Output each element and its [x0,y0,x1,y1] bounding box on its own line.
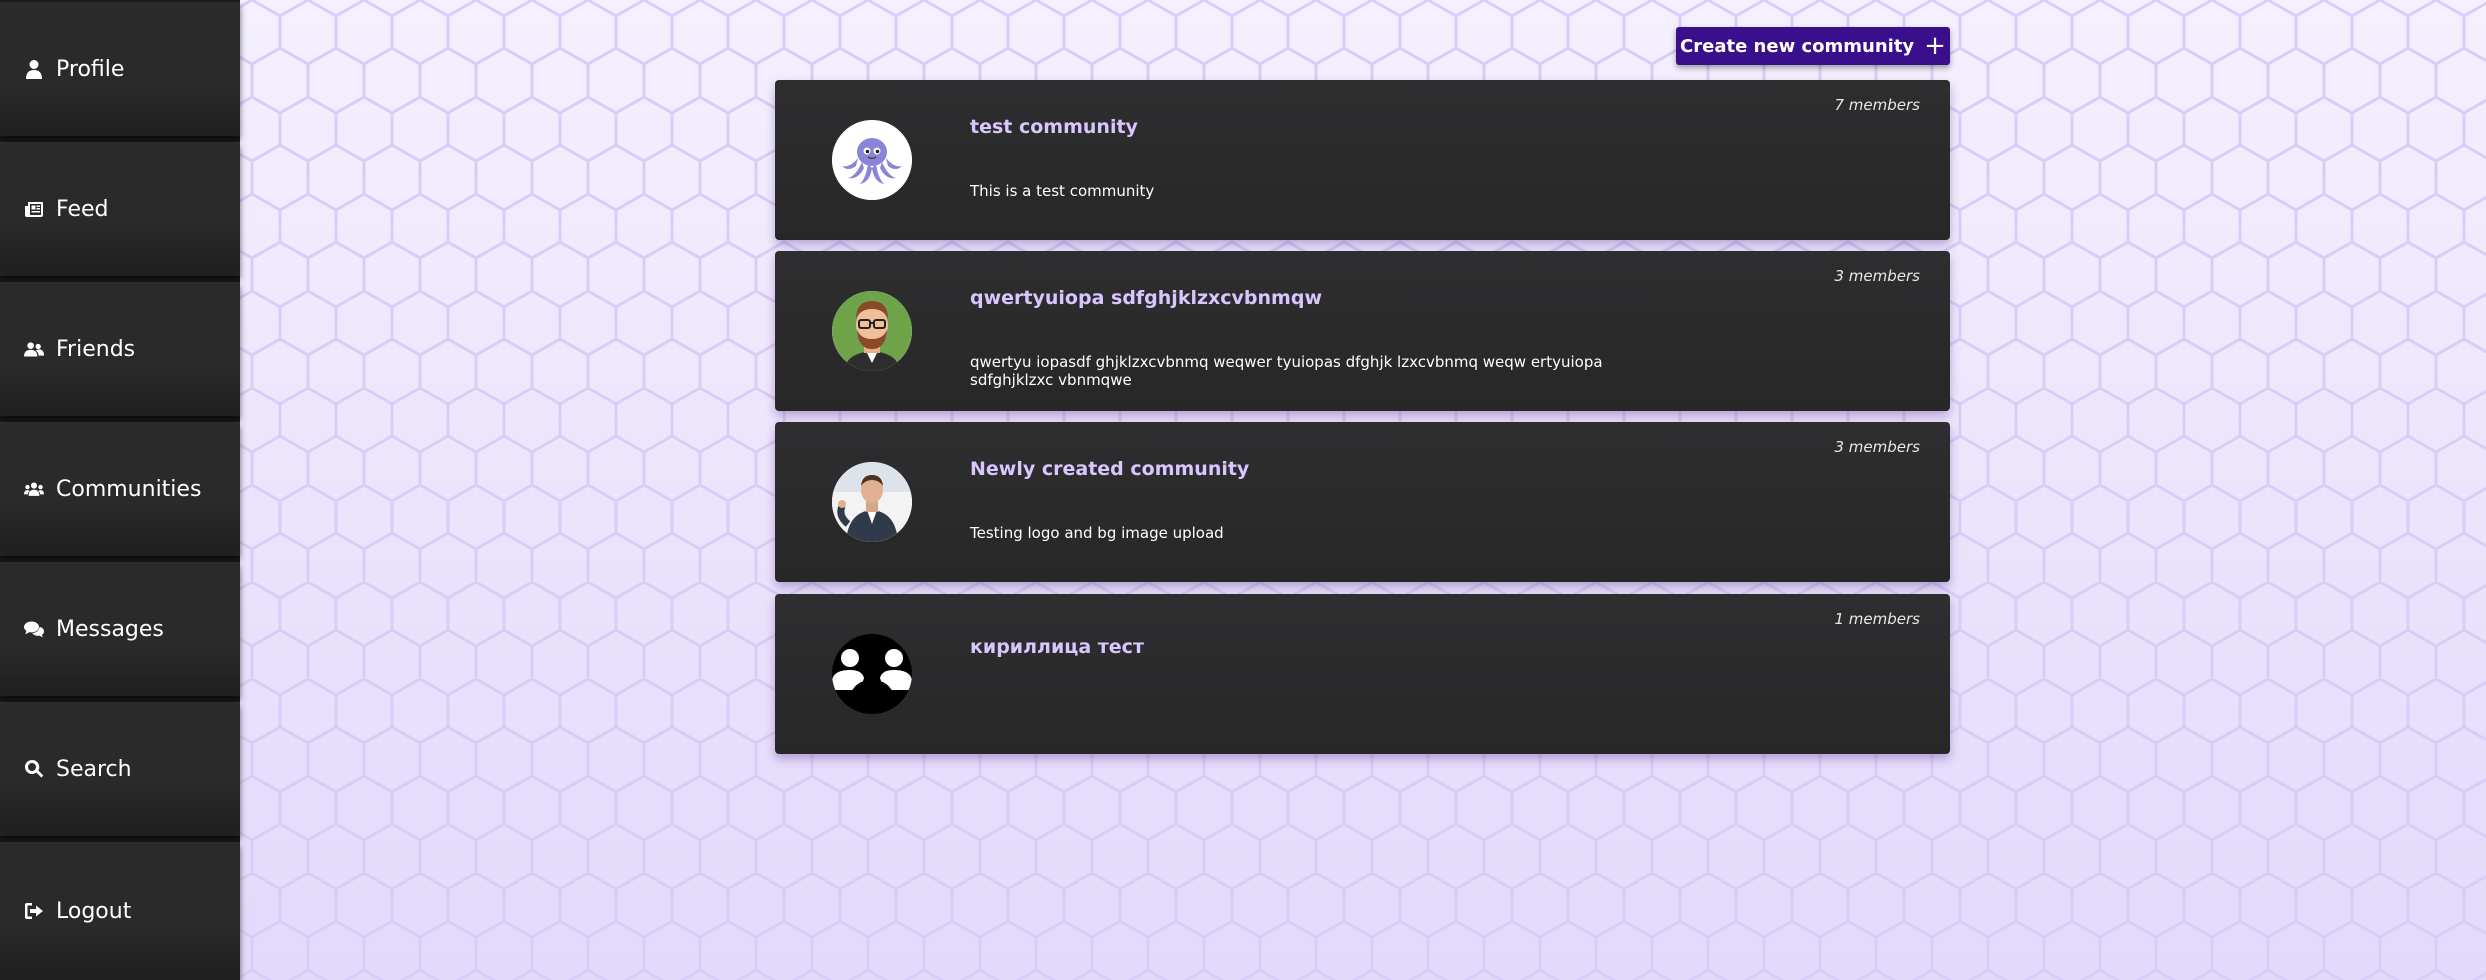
community-card[interactable]: 1 members кириллица тест [775,594,1950,754]
community-name[interactable]: Newly created community [970,458,1249,480]
sidebar-item-friends[interactable]: Friends [0,282,240,416]
sidebar-item-label: Communities [56,476,202,502]
sidebar-item-label: Messages [56,616,164,642]
bearded-man-avatar [832,291,912,371]
community-description: Testing logo and bg image upload [970,524,1224,542]
community-card[interactable]: 3 members Newly created community Testin… [775,422,1950,582]
sidebar-item-communities[interactable]: Communities [0,422,240,556]
sidebar-item-label: Friends [56,336,136,362]
community-name[interactable]: test community [970,116,1138,138]
member-count: 1 members [1834,610,1921,628]
community-card[interactable]: 3 members qwertyuiopa sdfghjklzxcvbnmqw … [775,251,1950,411]
member-count: 7 members [1834,96,1921,114]
community-description: qwertyu iopasdf ghjklzxcvbnmq weqwer tyu… [970,353,1603,389]
sidebar-item-label: Search [56,756,132,782]
logout-icon [24,901,44,921]
sidebar-item-messages[interactable]: Messages [0,562,240,696]
sidebar-item-feed[interactable]: Feed [0,142,240,276]
create-community-button[interactable]: Create new community + [1676,27,1950,65]
newspaper-icon [24,199,44,219]
create-community-label: Create new community [1680,35,1915,57]
search-icon [24,759,44,779]
comments-icon [24,619,44,639]
sidebar-item-profile[interactable]: Profile [0,2,240,136]
octopus-avatar [832,120,912,200]
sidebar-item-label: Logout [56,898,132,924]
plus-icon: + [1924,31,1946,61]
users-icon [24,479,44,499]
sidebar-item-logout[interactable]: Logout [0,842,240,980]
businessman-avatar [832,462,912,542]
sidebar: Profile Feed Friends Communities Message… [0,0,240,980]
community-description: This is a test community [970,182,1155,200]
community-card[interactable]: 7 members test community This is a test … [775,80,1950,240]
sidebar-item-label: Profile [56,56,125,82]
group-silhouette-avatar [832,634,912,714]
community-name[interactable]: qwertyuiopa sdfghjklzxcvbnmqw [970,287,1322,309]
community-name[interactable]: кириллица тест [970,636,1144,658]
member-count: 3 members [1834,267,1921,285]
sidebar-item-label: Feed [56,196,109,222]
sidebar-item-search[interactable]: Search [0,702,240,836]
member-count: 3 members [1834,438,1921,456]
user-friends-icon [24,339,44,359]
user-icon [24,59,44,79]
